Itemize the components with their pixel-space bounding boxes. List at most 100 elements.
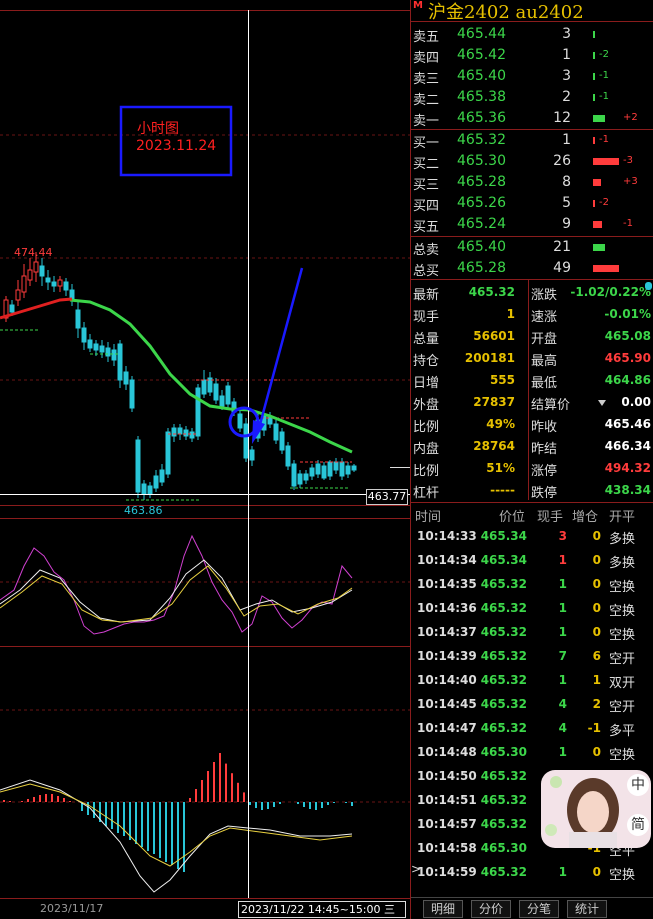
candle-body [237,413,243,429]
tick-price: 465.32 [480,721,527,735]
stat-label: 内盘 [413,442,440,457]
stat-label: 结算价 [531,398,571,413]
orderbook-label: 卖二 [413,93,440,108]
tick-row[interactable]: 10:14:36 465.32 1 0 空换 [411,596,653,620]
stat-right-row: 最高 465.90 [531,348,653,370]
total-volume-bar [593,244,605,251]
ime-simplified-toggle[interactable]: 简 [627,814,649,836]
orderbook-volume-bar [593,179,601,186]
orderbook-change: -1 [599,91,609,102]
tick-row[interactable]: 10:14:40 465.32 1 1 双开 [411,668,653,692]
tick-inc: -1 [587,721,601,735]
tick-hand: 1 [558,601,567,615]
ticks-header-price: 价位 [499,510,526,525]
tick-time: 10:14:57 [417,817,477,831]
stat-right-row: 涨停 494.32 [531,458,653,480]
stat-value: 49% [486,417,515,431]
tick-inc: 0 [592,865,601,879]
stat-label: 涨停 [531,464,558,479]
candle-body [9,304,15,313]
orderbook-volume: 2 [562,89,571,105]
tick-row[interactable]: 10:14:39 465.32 7 6 空开 [411,644,653,668]
tick-row[interactable]: 10:14:45 465.32 4 2 空开 [411,692,653,716]
tick-price: 465.32 [480,577,527,591]
orderbook-label: 卖五 [413,30,440,45]
candle-body [279,431,285,451]
orderbook-price: 465.44 [457,26,506,42]
tick-row[interactable]: 10:14:47 465.32 4 -1 多平 [411,716,653,740]
ticks-header-hand: 现手 [537,510,564,525]
ticks-header-time: 时间 [415,510,442,525]
stat-value: 494.32 [604,461,651,475]
tick-inc: 0 [592,625,601,639]
tab-detail[interactable]: 明细 [423,900,463,918]
orderbook-price: 465.32 [457,132,506,148]
candle-body [201,379,207,395]
tick-time: 10:14:40 [417,673,477,687]
candle-body [297,473,303,485]
tick-kind: 双开 [609,676,636,691]
candle-body [339,461,345,477]
orderbook-row-bids[interactable]: 买二 465.30 26 -3 [411,151,653,172]
total-price: 465.40 [457,239,506,255]
stat-left-row: 比例 51% [411,458,521,480]
floating-avatar-widget[interactable]: 中 简 [541,770,651,848]
total-volume: 49 [553,260,571,276]
stat-label: 最新 [413,288,440,303]
tick-row[interactable]: 10:14:34 465.34 1 0 多换 [411,548,653,572]
orderbook-row-asks[interactable]: 卖三 465.40 3 -1 [411,66,653,87]
total-volume-bar [593,265,619,272]
stat-label: 比例 [413,464,440,479]
orderbook-row-asks[interactable]: 卖二 465.38 2 -1 [411,87,653,108]
candle-body [111,349,117,361]
orderbook-volume-bar [593,115,605,122]
stat-left-row: 持仓 200181 [411,348,521,370]
orderbook-row-asks[interactable]: 卖五 465.44 3 [411,24,653,45]
orderbook-row-bids[interactable]: 买四 465.26 5 -2 [411,193,653,214]
candle-body [51,281,57,287]
orderbook-row-bids[interactable]: 买五 465.24 9 -1 [411,214,653,235]
orderbook-row-asks[interactable]: 卖四 465.42 1 -2 [411,45,653,66]
tick-row[interactable]: 10:14:59 465.32 1 0 空换 [411,860,653,884]
tick-row[interactable]: 10:14:37 465.32 1 0 空换 [411,620,653,644]
tick-row[interactable]: 10:14:48 465.30 1 0 空换 [411,740,653,764]
tab-price-dist[interactable]: 分价 [471,900,511,918]
candle-body [81,327,87,343]
orderbook-row-asks[interactable]: 卖一 465.36 12 +2 [411,108,653,129]
stat-label: 最低 [531,376,558,391]
kline-chart-area[interactable]: 小时图 2023.11.24 474.44 463.86 463.77 2023… [0,0,410,919]
stat-left-row: 现手 1 [411,304,521,326]
tab-trades[interactable]: 分笔 [519,900,559,918]
stat-value: 466.34 [604,439,651,453]
tick-hand: 1 [558,865,567,879]
orderbook-row-bids[interactable]: 买三 465.28 8 +3 [411,172,653,193]
moving-average-line [69,298,353,454]
stats-scrollbar[interactable] [645,282,652,290]
candle-body [213,383,219,401]
cursor-date-label: 2023/11/22 14:45~15:00 三 [238,901,406,918]
tick-time: 10:14:47 [417,721,477,735]
tick-row[interactable]: 10:14:33 465.34 3 0 多换 [411,524,653,548]
candle-body [315,463,321,475]
candle-body [171,427,177,437]
stat-right-row: 涨跌 -1.02/0.22% [531,282,653,304]
ime-chinese-toggle[interactable]: 中 [627,774,649,796]
orderbook-price: 465.38 [457,89,506,105]
tick-time: 10:14:58 [417,841,477,855]
stat-value: 0.00 [621,395,651,409]
stat-label: 外盘 [413,398,440,413]
candle-body [285,445,291,467]
macd-histogram [3,753,353,872]
stat-value: 1 [506,307,515,321]
tab-statistics[interactable]: 统计 [567,900,607,918]
stat-value: -0.01% [604,307,651,321]
candle-body [39,265,45,277]
settle-dropdown-icon[interactable] [598,400,606,406]
stat-label: 总量 [413,332,440,347]
orderbook-row-bids[interactable]: 买一 465.32 1 -1 [411,130,653,151]
contract-title[interactable]: 沪金2402 au2402 [428,0,584,24]
tick-row[interactable]: 10:14:35 465.32 1 0 空换 [411,572,653,596]
candle-body [273,423,279,441]
tick-price: 465.32 [480,817,527,831]
candle-body [333,461,339,471]
